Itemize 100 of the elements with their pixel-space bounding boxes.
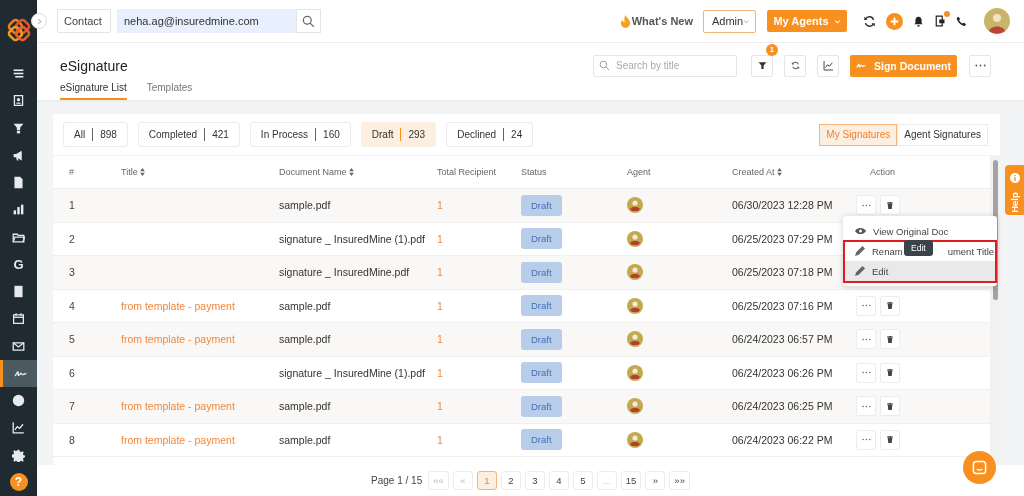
document-name: sample.pdf — [279, 199, 331, 212]
page-button[interactable]: 2 — [500, 471, 521, 490]
page-button[interactable]: 3 — [524, 471, 545, 490]
menu-item[interactable]: Edit — [843, 261, 997, 281]
search-field[interactable]: neha.ag@insuredmine.com — [117, 9, 296, 33]
search-scope-select[interactable]: Contact — [57, 9, 111, 33]
page-button[interactable]: 4 — [548, 471, 569, 490]
column-header: Title — [121, 167, 138, 177]
chevron-right-icon — [35, 17, 43, 25]
filter-button[interactable] — [751, 54, 773, 77]
agent-avatar — [627, 230, 643, 247]
user-avatar[interactable] — [984, 8, 1010, 34]
column-header: Document Name — [279, 167, 347, 177]
role-select[interactable]: Admin — [703, 9, 756, 33]
column-header: Action — [870, 167, 895, 177]
trash-icon — [887, 302, 893, 310]
sidebar-item[interactable]: G — [0, 250, 37, 278]
sort-icon[interactable] — [139, 168, 145, 176]
sidebar-item[interactable] — [0, 359, 37, 387]
status-badge: Draft — [521, 395, 562, 417]
chevron-down-icon — [743, 17, 750, 25]
row-number: 4 — [69, 299, 75, 312]
signature-scope-toggle[interactable]: Agent Signatures — [897, 123, 988, 146]
device-icon[interactable] — [934, 15, 946, 27]
status-badge: Draft — [521, 429, 562, 451]
trash-icon — [887, 369, 893, 377]
created-date: 06/24/2023 06:22 PM — [732, 433, 833, 446]
title-search-field[interactable]: Search by title — [593, 54, 737, 77]
sort-icon[interactable] — [776, 168, 782, 176]
more-icon — [861, 371, 871, 375]
page-button[interactable]: 5 — [572, 471, 593, 490]
chart-button[interactable] — [817, 54, 839, 77]
tooltip: Edit — [904, 240, 933, 256]
page-button[interactable]: 15 — [620, 471, 642, 490]
created-date: 06/25/2023 07:16 PM — [732, 299, 833, 312]
column-header: Status — [521, 167, 547, 177]
calendar-icon — [12, 312, 25, 326]
document-name: sample.pdf — [279, 433, 331, 446]
more-icon — [974, 64, 986, 67]
row-number: 1 — [69, 199, 75, 212]
row-number: 7 — [69, 400, 75, 413]
more-icon — [861, 203, 871, 207]
agent-avatar — [627, 264, 643, 281]
status-badge: Draft — [521, 295, 562, 317]
funnel-icon — [12, 121, 25, 135]
delete-button[interactable] — [880, 195, 900, 216]
line-chart-icon — [822, 60, 834, 71]
status-filter-chip[interactable]: In Process 160 — [249, 122, 351, 147]
status-filter-chip[interactable]: All 898 — [63, 122, 128, 147]
whats-new-link[interactable]: What's New — [619, 14, 693, 28]
search-button[interactable] — [296, 9, 321, 33]
created-date: 06/25/2023 07:18 PM — [732, 266, 833, 279]
status-filter-chip[interactable]: Declined 24 — [446, 122, 534, 147]
coin-icon — [12, 394, 25, 407]
eye-icon — [855, 227, 866, 235]
page-button[interactable]: »» — [669, 471, 690, 490]
refresh-icon[interactable] — [863, 14, 876, 28]
status-filter-chip[interactable]: Draft 293 — [360, 122, 437, 147]
agent-avatar — [627, 364, 643, 381]
notification-dot — [944, 11, 950, 17]
status-badge: Draft — [521, 261, 562, 283]
status-badge: Draft — [521, 362, 562, 384]
tab[interactable]: Templates — [146, 82, 193, 100]
status-filter-chip[interactable]: Completed 421 — [137, 122, 240, 147]
spreadsheet-icon — [12, 285, 25, 298]
logo-icon[interactable] — [6, 18, 31, 42]
page-indicator: Page 1 / 15 — [371, 475, 423, 486]
refresh-icon — [790, 61, 800, 70]
agent-avatar — [627, 398, 643, 415]
row-number: 6 — [69, 366, 75, 379]
info-icon — [1009, 172, 1020, 183]
more-icon — [861, 337, 871, 341]
list-icon — [12, 67, 25, 80]
delete-button[interactable] — [880, 295, 900, 316]
menu-item[interactable]: View Original Doc — [843, 221, 997, 241]
delete-button[interactable] — [880, 362, 900, 383]
page-button[interactable]: » — [645, 471, 666, 490]
bar-chart-icon — [12, 203, 25, 217]
agent-avatar — [627, 331, 643, 348]
created-date: 06/24/2023 06:57 PM — [732, 333, 833, 346]
document-name: sample.pdf — [279, 400, 331, 413]
sort-icon[interactable] — [348, 168, 354, 176]
document-name: sample.pdf — [279, 299, 331, 312]
agent-avatar — [627, 297, 643, 314]
created-date: 06/24/2023 06:26 PM — [732, 366, 833, 379]
more-icon — [861, 438, 871, 442]
document-name: signature _ InsuredMine (1).pdf — [279, 232, 425, 245]
chevron-down-icon — [833, 17, 841, 25]
gear-icon — [12, 448, 25, 462]
line-chart-icon — [12, 421, 25, 435]
document-name: signature _ InsuredMine.pdf — [279, 266, 410, 279]
tab[interactable]: eSignature List — [60, 82, 127, 100]
delete-button[interactable] — [880, 429, 900, 450]
delete-button[interactable] — [880, 396, 900, 417]
more-icon — [861, 404, 871, 408]
delete-button[interactable] — [880, 329, 900, 350]
refresh-button[interactable] — [784, 54, 806, 77]
bell-icon[interactable] — [913, 15, 924, 27]
phone-icon[interactable] — [956, 15, 967, 27]
row-number: 2 — [69, 232, 75, 245]
